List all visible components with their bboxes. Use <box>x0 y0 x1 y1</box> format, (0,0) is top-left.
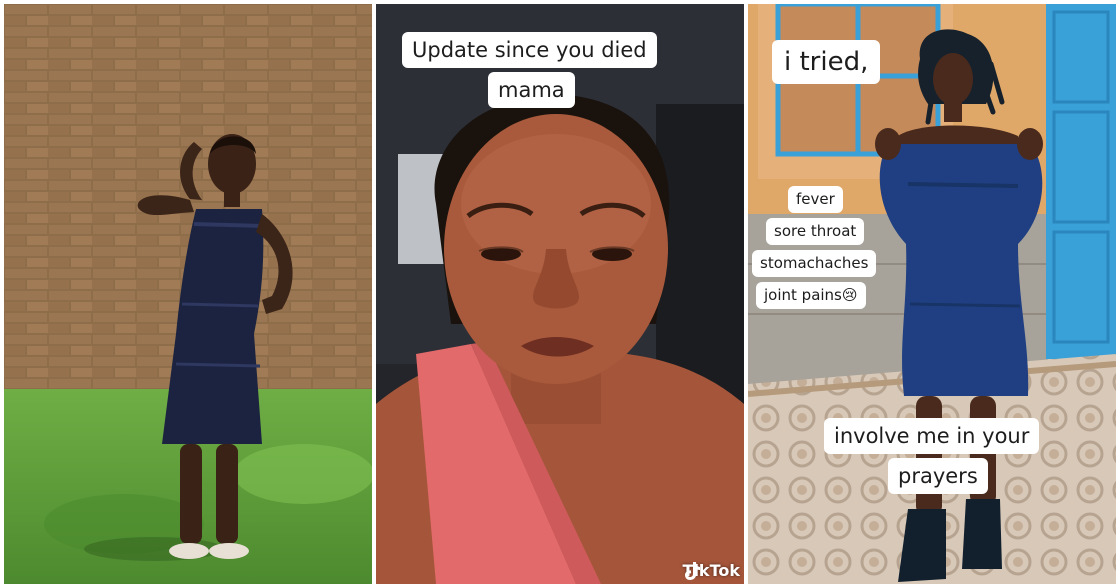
caption-prayers: prayers <box>888 458 988 494</box>
caption-line-2: mama <box>498 78 565 102</box>
caption-involve-me: involve me in your <box>824 418 1040 454</box>
caption-mama: mama <box>488 72 575 108</box>
brick-wall-photo <box>4 4 372 584</box>
caption-line-1: Update since you died <box>412 38 647 62</box>
caption-symptom-fever: fever <box>788 186 843 213</box>
tiktok-watermark: TikTok <box>683 561 740 580</box>
caption-update: Update since you died <box>402 32 657 68</box>
caption-symptom-sore-throat: sore throat <box>766 218 865 245</box>
blue-door-photo: i tried, fever sore throat stomachaches … <box>748 4 1116 584</box>
caption-line-2: prayers <box>898 464 978 488</box>
caption-i-tried: i tried, <box>772 40 881 84</box>
selfie-photo: Update since you died mama TikTok <box>376 4 744 584</box>
caption-symptom-stomachaches: stomachaches <box>752 250 877 277</box>
tiktok-logo-icon <box>684 562 700 580</box>
brick-wall-scene <box>4 4 372 584</box>
caption-line-1: involve me in your <box>834 424 1030 448</box>
caption-symptom-joint-pains: joint pains😢 <box>756 282 866 309</box>
blue-door <box>1046 4 1116 359</box>
right-boot <box>962 499 1002 569</box>
